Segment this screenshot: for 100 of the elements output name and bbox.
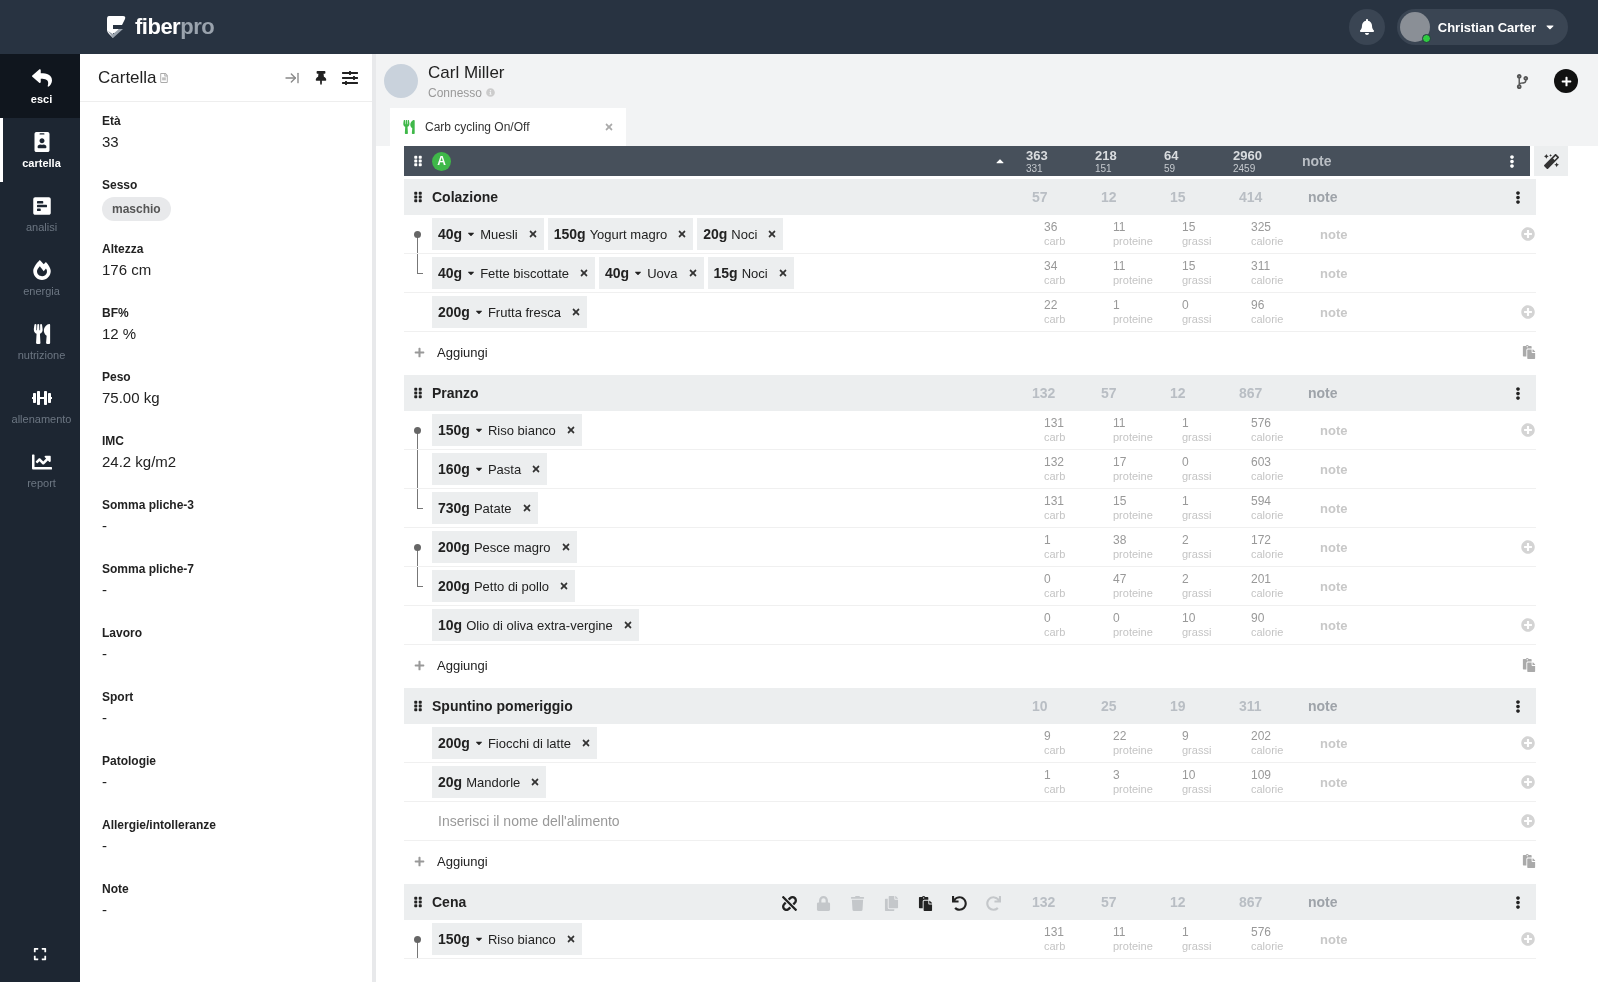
- field-value: 33: [102, 133, 120, 150]
- pin-icon[interactable]: [314, 70, 328, 85]
- plus-icon: [414, 855, 425, 867]
- connector-dot: [414, 544, 421, 551]
- food-chip[interactable]: 40g Fette biscottate: [432, 257, 595, 289]
- drag-handle-icon[interactable]: [412, 896, 424, 908]
- close-icon: [579, 268, 589, 278]
- food-chip[interactable]: 150g Riso bianco: [432, 414, 582, 446]
- food-chip[interactable]: 15g Noci: [707, 257, 794, 289]
- magic-button[interactable]: [1534, 146, 1568, 176]
- add-food-button[interactable]: Aggiungi: [414, 344, 488, 360]
- macro-value: 11: [1113, 926, 1127, 940]
- food-chip[interactable]: 40g Muesli: [432, 218, 544, 250]
- food-amount: 150g: [553, 226, 586, 242]
- food-amount: 20g: [703, 226, 728, 242]
- macro-value: 9: [1044, 730, 1052, 744]
- close-icon: [777, 268, 788, 278]
- more-icon: [1514, 190, 1522, 204]
- food-name: Olio di oliva extra-vergine: [466, 617, 613, 633]
- add-food-button[interactable]: Aggiungi: [414, 657, 488, 673]
- drag-handle-icon[interactable]: [412, 191, 424, 203]
- macro-label: calorie: [1251, 234, 1285, 247]
- nav-item[interactable]: esci: [0, 54, 80, 118]
- food-chip[interactable]: 150g Yogurt magro: [547, 218, 694, 250]
- brand-name: fiberpro: [135, 14, 215, 40]
- macro-label: grassi: [1182, 939, 1213, 952]
- macro-label: carb: [1044, 312, 1067, 325]
- food-chip[interactable]: 160g Pasta: [432, 453, 548, 485]
- food-chip[interactable]: 150g Riso bianco: [432, 923, 582, 955]
- food-chip[interactable]: 20g Mandorle: [432, 766, 547, 798]
- food-chip[interactable]: 200g Pesce magro: [432, 531, 577, 563]
- macro-label: grassi: [1182, 430, 1213, 443]
- drag-handle-icon[interactable]: [412, 155, 424, 167]
- food-name: Noci: [741, 265, 768, 281]
- macro-value: 0: [1113, 612, 1121, 626]
- macro-label: grassi: [1182, 625, 1213, 638]
- macro-value: 38: [1113, 534, 1128, 548]
- macro-value: 22: [1113, 730, 1128, 744]
- macro-value: 1: [1113, 299, 1121, 313]
- macro-value: 36: [1044, 221, 1059, 235]
- panel-title: Cartella: [98, 67, 157, 88]
- flame-icon: [31, 259, 52, 280]
- macro-value: 17: [1113, 456, 1128, 470]
- field-label: BF%: [102, 306, 130, 320]
- drag-handle-icon[interactable]: [412, 700, 424, 712]
- macro-label: carb: [1044, 782, 1067, 795]
- food-chip[interactable]: 730g Patate: [432, 492, 538, 524]
- food-name: Petto di pollo: [473, 578, 550, 594]
- close-icon: [559, 581, 570, 591]
- macro-label: proteine: [1113, 939, 1154, 952]
- food-chip[interactable]: 200g Frutta fresca: [432, 296, 587, 328]
- add-button[interactable]: [1554, 69, 1578, 93]
- food-chip[interactable]: 200g Petto di pollo: [432, 570, 576, 602]
- macro-label: carb: [1044, 430, 1067, 443]
- food-input-field[interactable]: Inserisci il nome dell'alimento: [432, 805, 1320, 837]
- macro-value: 15: [1182, 221, 1197, 235]
- food-chip[interactable]: 200g Fiocchi di latte: [432, 727, 597, 759]
- food-chip[interactable]: 40g Uova: [599, 257, 704, 289]
- close-icon: [687, 268, 698, 278]
- note-label[interactable]: note: [1302, 153, 1502, 169]
- field-value: -: [102, 517, 108, 534]
- field-label: IMC: [102, 434, 125, 448]
- macro-value: 594: [1251, 495, 1273, 509]
- field-label: Lavoro: [102, 626, 143, 640]
- macro-label: calorie: [1251, 547, 1285, 560]
- macro-value: 576: [1251, 926, 1273, 940]
- connector-dot: [414, 231, 421, 238]
- settings-icon[interactable]: [342, 69, 358, 86]
- more-icon: [1514, 699, 1522, 713]
- notifications-button[interactable]: [1348, 9, 1385, 45]
- plan-tab[interactable]: Carb cycling On/Off: [390, 108, 626, 146]
- food-name: Yogurt magro: [589, 226, 668, 242]
- close-icon: [560, 542, 571, 552]
- bell-icon: [1358, 19, 1375, 35]
- macro-label: carb: [1044, 743, 1067, 756]
- macro-value: 2: [1182, 573, 1190, 587]
- branch-icon[interactable]: [1515, 73, 1530, 89]
- meal-name: Cena: [432, 894, 467, 910]
- user-menu-button[interactable]: Christian Carter: [1396, 9, 1568, 45]
- food-amount: 200g: [438, 539, 470, 555]
- macro-label: proteine: [1113, 782, 1154, 795]
- field-value: 24.2 kg/m2: [102, 453, 178, 470]
- macro-value: 11: [1113, 221, 1127, 235]
- macro-value: 311: [1251, 260, 1272, 274]
- close-icon: [677, 229, 688, 239]
- macro-value: 2: [1182, 534, 1190, 548]
- food-amount: 40g: [438, 226, 463, 242]
- close-icon: [527, 229, 538, 239]
- drag-handle-icon[interactable]: [412, 387, 424, 399]
- close-icon: [565, 425, 576, 435]
- macro-value: 0: [1044, 573, 1052, 587]
- connector-end: [417, 273, 423, 274]
- food-chip[interactable]: 20g Noci: [697, 218, 784, 250]
- add-food-button[interactable]: Aggiungi: [414, 853, 488, 869]
- patient-status: Connesso: [428, 85, 483, 100]
- food-name: Uova: [647, 265, 678, 281]
- logo-icon: [105, 14, 127, 40]
- macro-label: calorie: [1251, 508, 1285, 521]
- food-chip[interactable]: 10g Olio di oliva extra-vergine: [432, 609, 639, 641]
- wand-icon: [1543, 153, 1559, 169]
